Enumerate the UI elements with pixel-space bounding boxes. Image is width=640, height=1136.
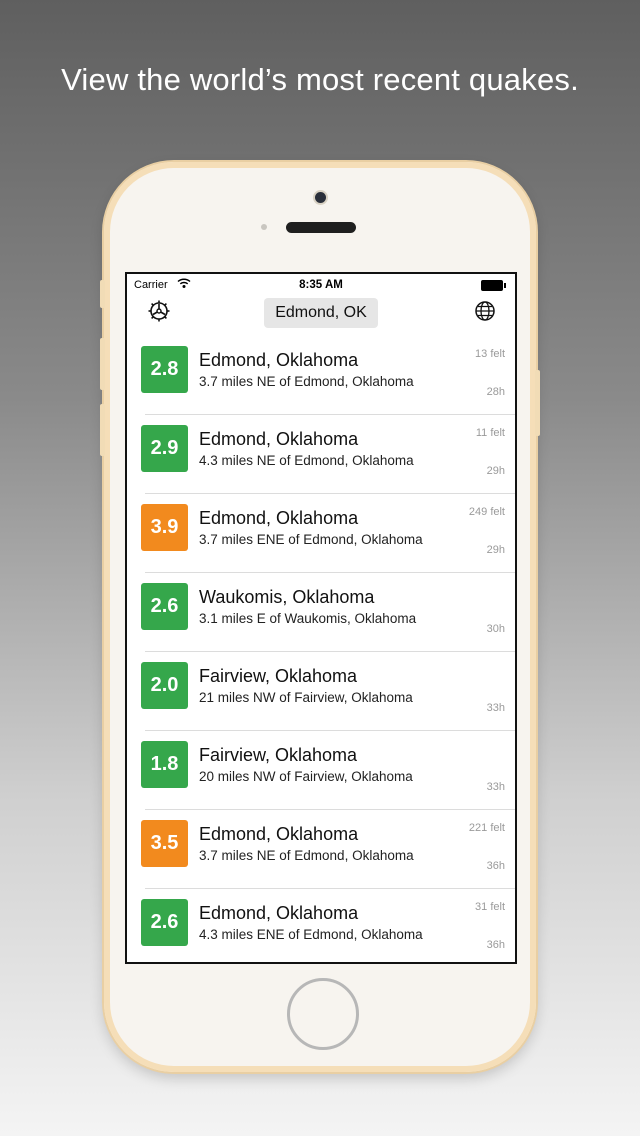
quake-location: Fairview, Oklahoma <box>199 666 358 686</box>
quake-age: 29h <box>486 544 505 556</box>
quake-distance: 4.3 miles ENE of Edmond, Oklahoma <box>199 927 423 942</box>
volume-down-button <box>100 404 105 456</box>
gear-icon[interactable] <box>147 299 171 323</box>
globe-icon[interactable] <box>473 299 497 323</box>
list-item[interactable]: 3.9 Edmond, Oklahoma 3.7 miles ENE of Edmo… <box>127 494 515 573</box>
magnitude-badge: 2.6 <box>141 583 188 630</box>
quake-distance: 3.7 miles NE of Edmond, Oklahoma <box>199 848 414 863</box>
location-button[interactable]: Edmond, OK <box>264 298 378 328</box>
felt-count: 13 felt <box>475 348 505 360</box>
sensor-dot <box>261 224 267 230</box>
quake-age: 33h <box>486 781 505 793</box>
magnitude-badge: 2.8 <box>141 346 188 393</box>
felt-count: 11 felt <box>475 427 505 439</box>
magnitude-badge: 2.9 <box>141 425 188 472</box>
quake-location: Edmond, Oklahoma <box>199 824 359 844</box>
quake-location: Fairview, Oklahoma <box>199 745 358 765</box>
quake-location: Edmond, Oklahoma <box>199 429 359 449</box>
list-item[interactable]: 2.6 Edmond, Oklahoma 4.3 miles ENE of Edmo… <box>127 889 515 962</box>
camera-icon <box>315 192 326 203</box>
quake-location: Edmond, Oklahoma <box>199 508 359 528</box>
list-item[interactable]: 2.0 Fairview, Oklahoma 21 miles NW of Fair… <box>127 652 515 731</box>
battery-icon <box>481 280 506 291</box>
headline: View the world’s most recent quakes. <box>61 62 579 97</box>
speaker-grille <box>286 222 356 233</box>
status-bar: Carrier 8:35 AM <box>127 274 515 296</box>
quake-location: Waukomis, Oklahoma <box>199 587 375 607</box>
magnitude-badge: 1.8 <box>141 741 188 788</box>
quake-age: 33h <box>486 702 505 714</box>
quake-location: Edmond, Oklahoma <box>199 350 359 370</box>
quake-distance: 4.3 miles NE of Edmond, Oklahoma <box>199 453 414 468</box>
quake-distance: 3.1 miles E of Waukomis, Oklahoma <box>199 611 417 626</box>
mute-switch <box>100 280 105 308</box>
quake-age: 30h <box>486 623 505 635</box>
clock: 8:35 AM <box>299 279 343 291</box>
magnitude-badge: 3.9 <box>141 504 188 551</box>
nav-bar: Edmond, OK <box>127 296 515 336</box>
quake-distance: 21 miles NW of Fairview, Oklahoma <box>199 690 413 705</box>
felt-count: 249 felt <box>468 506 505 518</box>
magnitude-badge: 2.0 <box>141 662 188 709</box>
quake-age: 29h <box>486 465 505 477</box>
quake-age: 36h <box>486 860 505 872</box>
home-button[interactable] <box>287 978 359 1050</box>
list-item[interactable]: 2.9 Edmond, Oklahoma 4.3 miles NE of Edmon… <box>127 415 515 494</box>
quake-distance: 20 miles NW of Fairview, Oklahoma <box>199 769 413 784</box>
felt-count: 31 felt <box>475 901 505 913</box>
magnitude-badge: 2.6 <box>141 899 188 946</box>
quake-age: 28h <box>486 386 505 398</box>
quake-age: 36h <box>486 939 505 951</box>
quake-distance: 3.7 miles NE of Edmond, Oklahoma <box>199 374 414 389</box>
list-item[interactable]: 2.8 Edmond, Oklahoma 3.7 miles NE of Edmon… <box>127 336 515 415</box>
volume-up-button <box>100 338 105 390</box>
list-item[interactable]: 3.5 Edmond, Oklahoma 3.7 miles NE of Edmon… <box>127 810 515 889</box>
felt-count: 221 felt <box>468 822 505 834</box>
power-button <box>535 370 540 436</box>
quake-location: Edmond, Oklahoma <box>199 903 359 923</box>
quake-list: 2.8 Edmond, Oklahoma 3.7 miles NE of Edmon… <box>127 336 515 962</box>
app-screen: Carrier 8:35 AM Edmond, OK 2.8 Edmond, O… <box>125 272 517 964</box>
list-item[interactable]: 1.8 Fairview, Oklahoma 20 miles NW of Fair… <box>127 731 515 810</box>
list-item[interactable]: 2.6 Waukomis, Oklahoma 3.1 miles E of Wauk… <box>127 573 515 652</box>
magnitude-badge: 3.5 <box>141 820 188 867</box>
quake-distance: 3.7 miles ENE of Edmond, Oklahoma <box>199 532 423 547</box>
